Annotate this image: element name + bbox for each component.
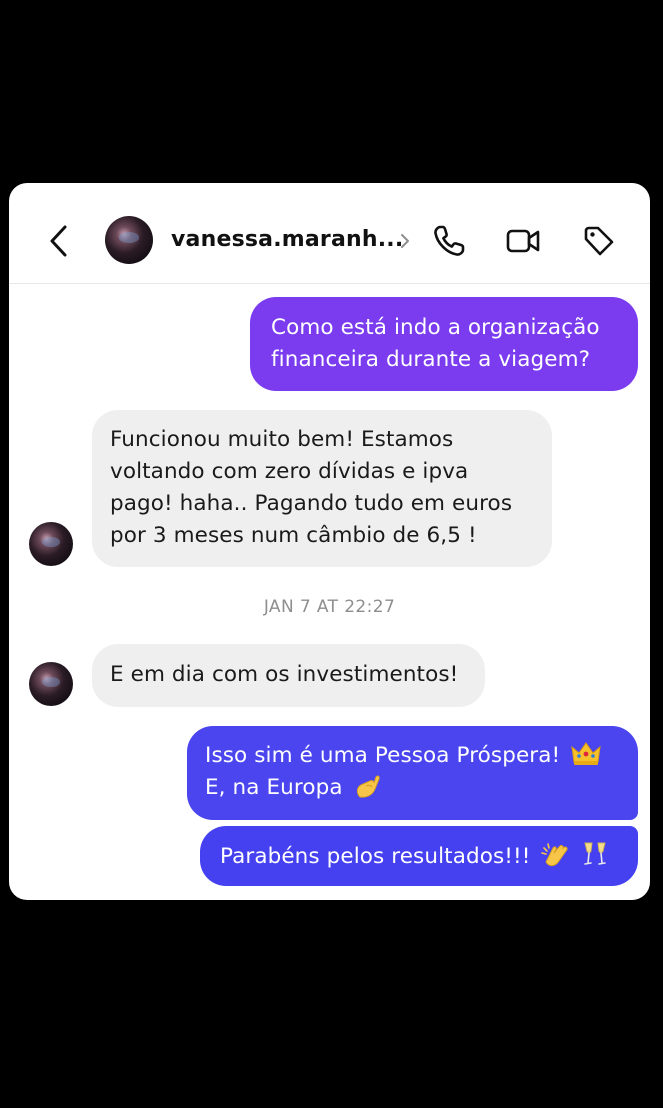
- chat-header: vanessa.maranh...: [9, 183, 650, 284]
- message-bubble-incoming[interactable]: E em dia com os investimentos!: [92, 644, 485, 707]
- clapping-hands-emoji-icon: [541, 843, 568, 867]
- username[interactable]: vanessa.maranh...: [171, 227, 403, 252]
- message-text: financeira durante a viagem?: [271, 347, 591, 372]
- sender-avatar[interactable]: [29, 662, 73, 706]
- message-bubble-outgoing[interactable]: Isso sim é uma Pessoa Próspera! E, na Eu…: [187, 726, 638, 820]
- message-timestamp: JAN 7 AT 22:27: [263, 597, 396, 617]
- message-line: E, na Europa: [205, 772, 618, 804]
- message-bubble-outgoing[interactable]: Parabéns pelos resultados!!!: [200, 826, 638, 886]
- message-text: por 3 meses num câmbio de 6,5 !: [110, 523, 477, 548]
- message-text: E em dia com os investimentos!: [110, 662, 459, 687]
- avatar[interactable]: [105, 216, 153, 264]
- crown-emoji-icon: [571, 742, 601, 765]
- champagne-glasses-emoji-icon: [584, 842, 607, 865]
- phone-icon[interactable]: [431, 223, 467, 259]
- message-line: Parabéns pelos resultados!!!: [220, 840, 618, 873]
- pinching-hand-emoji-icon: [356, 775, 380, 798]
- message-text: E, na Europa: [205, 775, 343, 800]
- message-bubble-outgoing[interactable]: Como está indo a organização financeira …: [250, 297, 638, 391]
- back-arrow-icon[interactable]: [47, 223, 71, 259]
- message-bubble-incoming[interactable]: Funcionou muito bem! Estamos voltando co…: [92, 410, 552, 567]
- message-text: Parabéns pelos resultados!!!: [220, 844, 531, 869]
- chevron-right-icon[interactable]: [399, 231, 411, 251]
- message-text: Como está indo a organização: [271, 315, 600, 340]
- message-text: voltando com zero dívidas e ipva: [110, 459, 469, 484]
- message-text: pago! haha.. Pagando tudo em euros: [110, 491, 513, 516]
- message-text: Isso sim é uma Pessoa Próspera!: [205, 743, 561, 768]
- chat-window: vanessa.maranh... Como está indo a organ…: [9, 183, 650, 900]
- sender-avatar[interactable]: [29, 522, 73, 566]
- tag-icon[interactable]: [581, 223, 617, 259]
- message-line: Isso sim é uma Pessoa Próspera!: [205, 740, 618, 772]
- video-camera-icon[interactable]: [505, 223, 541, 259]
- message-text: Funcionou muito bem! Estamos: [110, 427, 454, 452]
